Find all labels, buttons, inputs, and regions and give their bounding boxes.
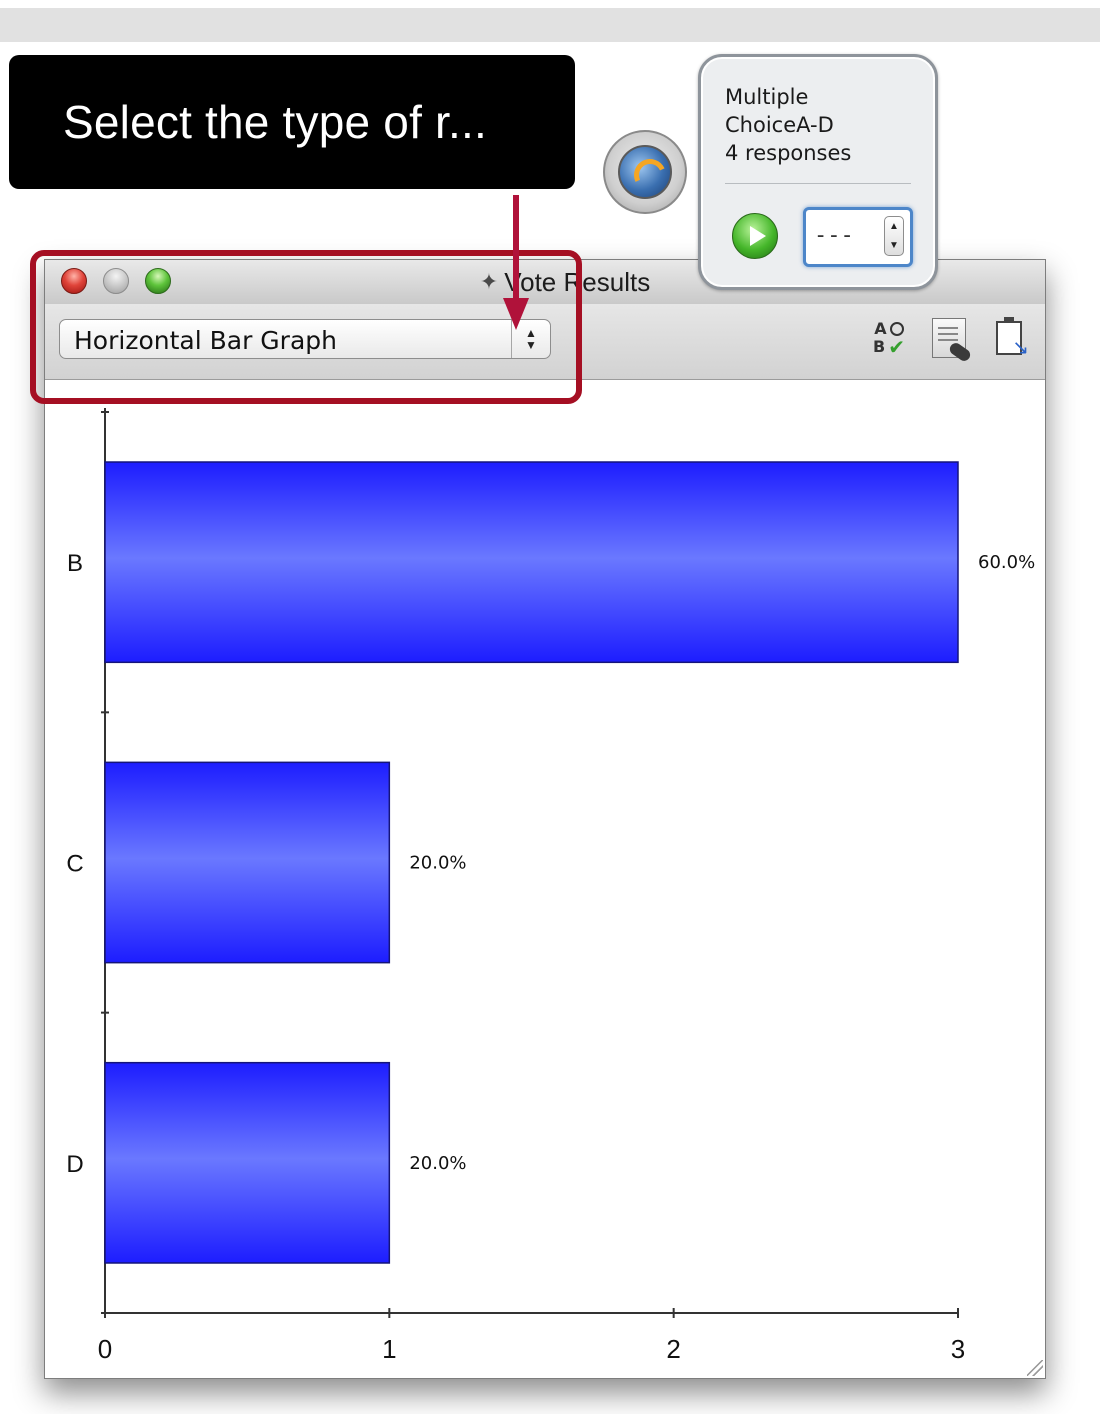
pointer-arrow-head — [503, 298, 529, 330]
chart-area: B 60.0% C 20.0% D 20.0% 0 1 2 3 — [45, 380, 1045, 1378]
timer-value: --- — [814, 223, 854, 248]
window-title: Vote Results — [504, 266, 651, 297]
bar — [104, 1061, 391, 1264]
x-tick-label: 3 — [951, 1334, 965, 1364]
resize-grip[interactable] — [1027, 1360, 1043, 1376]
x-tick-label: 0 — [98, 1334, 112, 1364]
x-tick-label: 1 — [382, 1334, 396, 1364]
vote-icon: ✦ — [479, 269, 499, 294]
response-count: 4 responses — [725, 141, 852, 165]
timer-stepper[interactable]: --- ▲ ▼ — [803, 207, 913, 267]
minimize-button[interactable] — [103, 268, 129, 294]
category-label: B — [67, 550, 83, 577]
panel-divider — [725, 183, 911, 184]
play-button[interactable] — [732, 213, 778, 259]
answer-key-icon[interactable]: A B ✔ — [867, 316, 911, 360]
stepper-arrows-icon[interactable]: ▲ ▼ — [884, 216, 904, 256]
app-logo-icon — [618, 145, 672, 199]
data-label: 20.0% — [409, 1153, 466, 1174]
graph-type-value: Horizontal Bar Graph — [74, 326, 337, 355]
question-type-line1: Multiple — [725, 85, 809, 109]
question-info: Multiple ChoiceA-D 4 responses — [725, 83, 925, 167]
data-label: 20.0% — [409, 853, 466, 874]
zoom-button[interactable] — [145, 268, 171, 294]
clipboard-export-icon[interactable]: ↘ — [987, 316, 1031, 360]
category-label: D — [66, 1151, 83, 1178]
close-button[interactable] — [61, 268, 87, 294]
window-toolbar: Horizontal Bar Graph ▲ ▼ A B ✔ ↘ — [45, 304, 1045, 380]
bar — [104, 461, 959, 664]
category-label: C — [66, 851, 83, 878]
vote-results-window: ✦ Vote Results Horizontal Bar Graph ▲ ▼ A… — [44, 259, 1046, 1379]
bar — [104, 761, 391, 964]
bar-chart: B 60.0% C 20.0% D 20.0% 0 1 2 3 — [66, 408, 1035, 1364]
data-label: 60.0% — [978, 552, 1035, 573]
graph-type-select[interactable]: Horizontal Bar Graph ▲ ▼ — [59, 319, 551, 359]
x-tick-label: 2 — [666, 1334, 680, 1364]
app-icon[interactable] — [603, 130, 687, 214]
session-control-panel: Multiple ChoiceA-D 4 responses --- ▲ ▼ — [698, 54, 938, 290]
document-icon[interactable] — [927, 316, 973, 364]
callout-text: Select the type of r... — [63, 96, 487, 148]
instruction-callout: Select the type of r... — [9, 55, 575, 189]
question-type-line2: ChoiceA-D — [725, 113, 834, 137]
pointer-arrow-line — [513, 195, 519, 305]
page-top-strip — [0, 8, 1100, 42]
